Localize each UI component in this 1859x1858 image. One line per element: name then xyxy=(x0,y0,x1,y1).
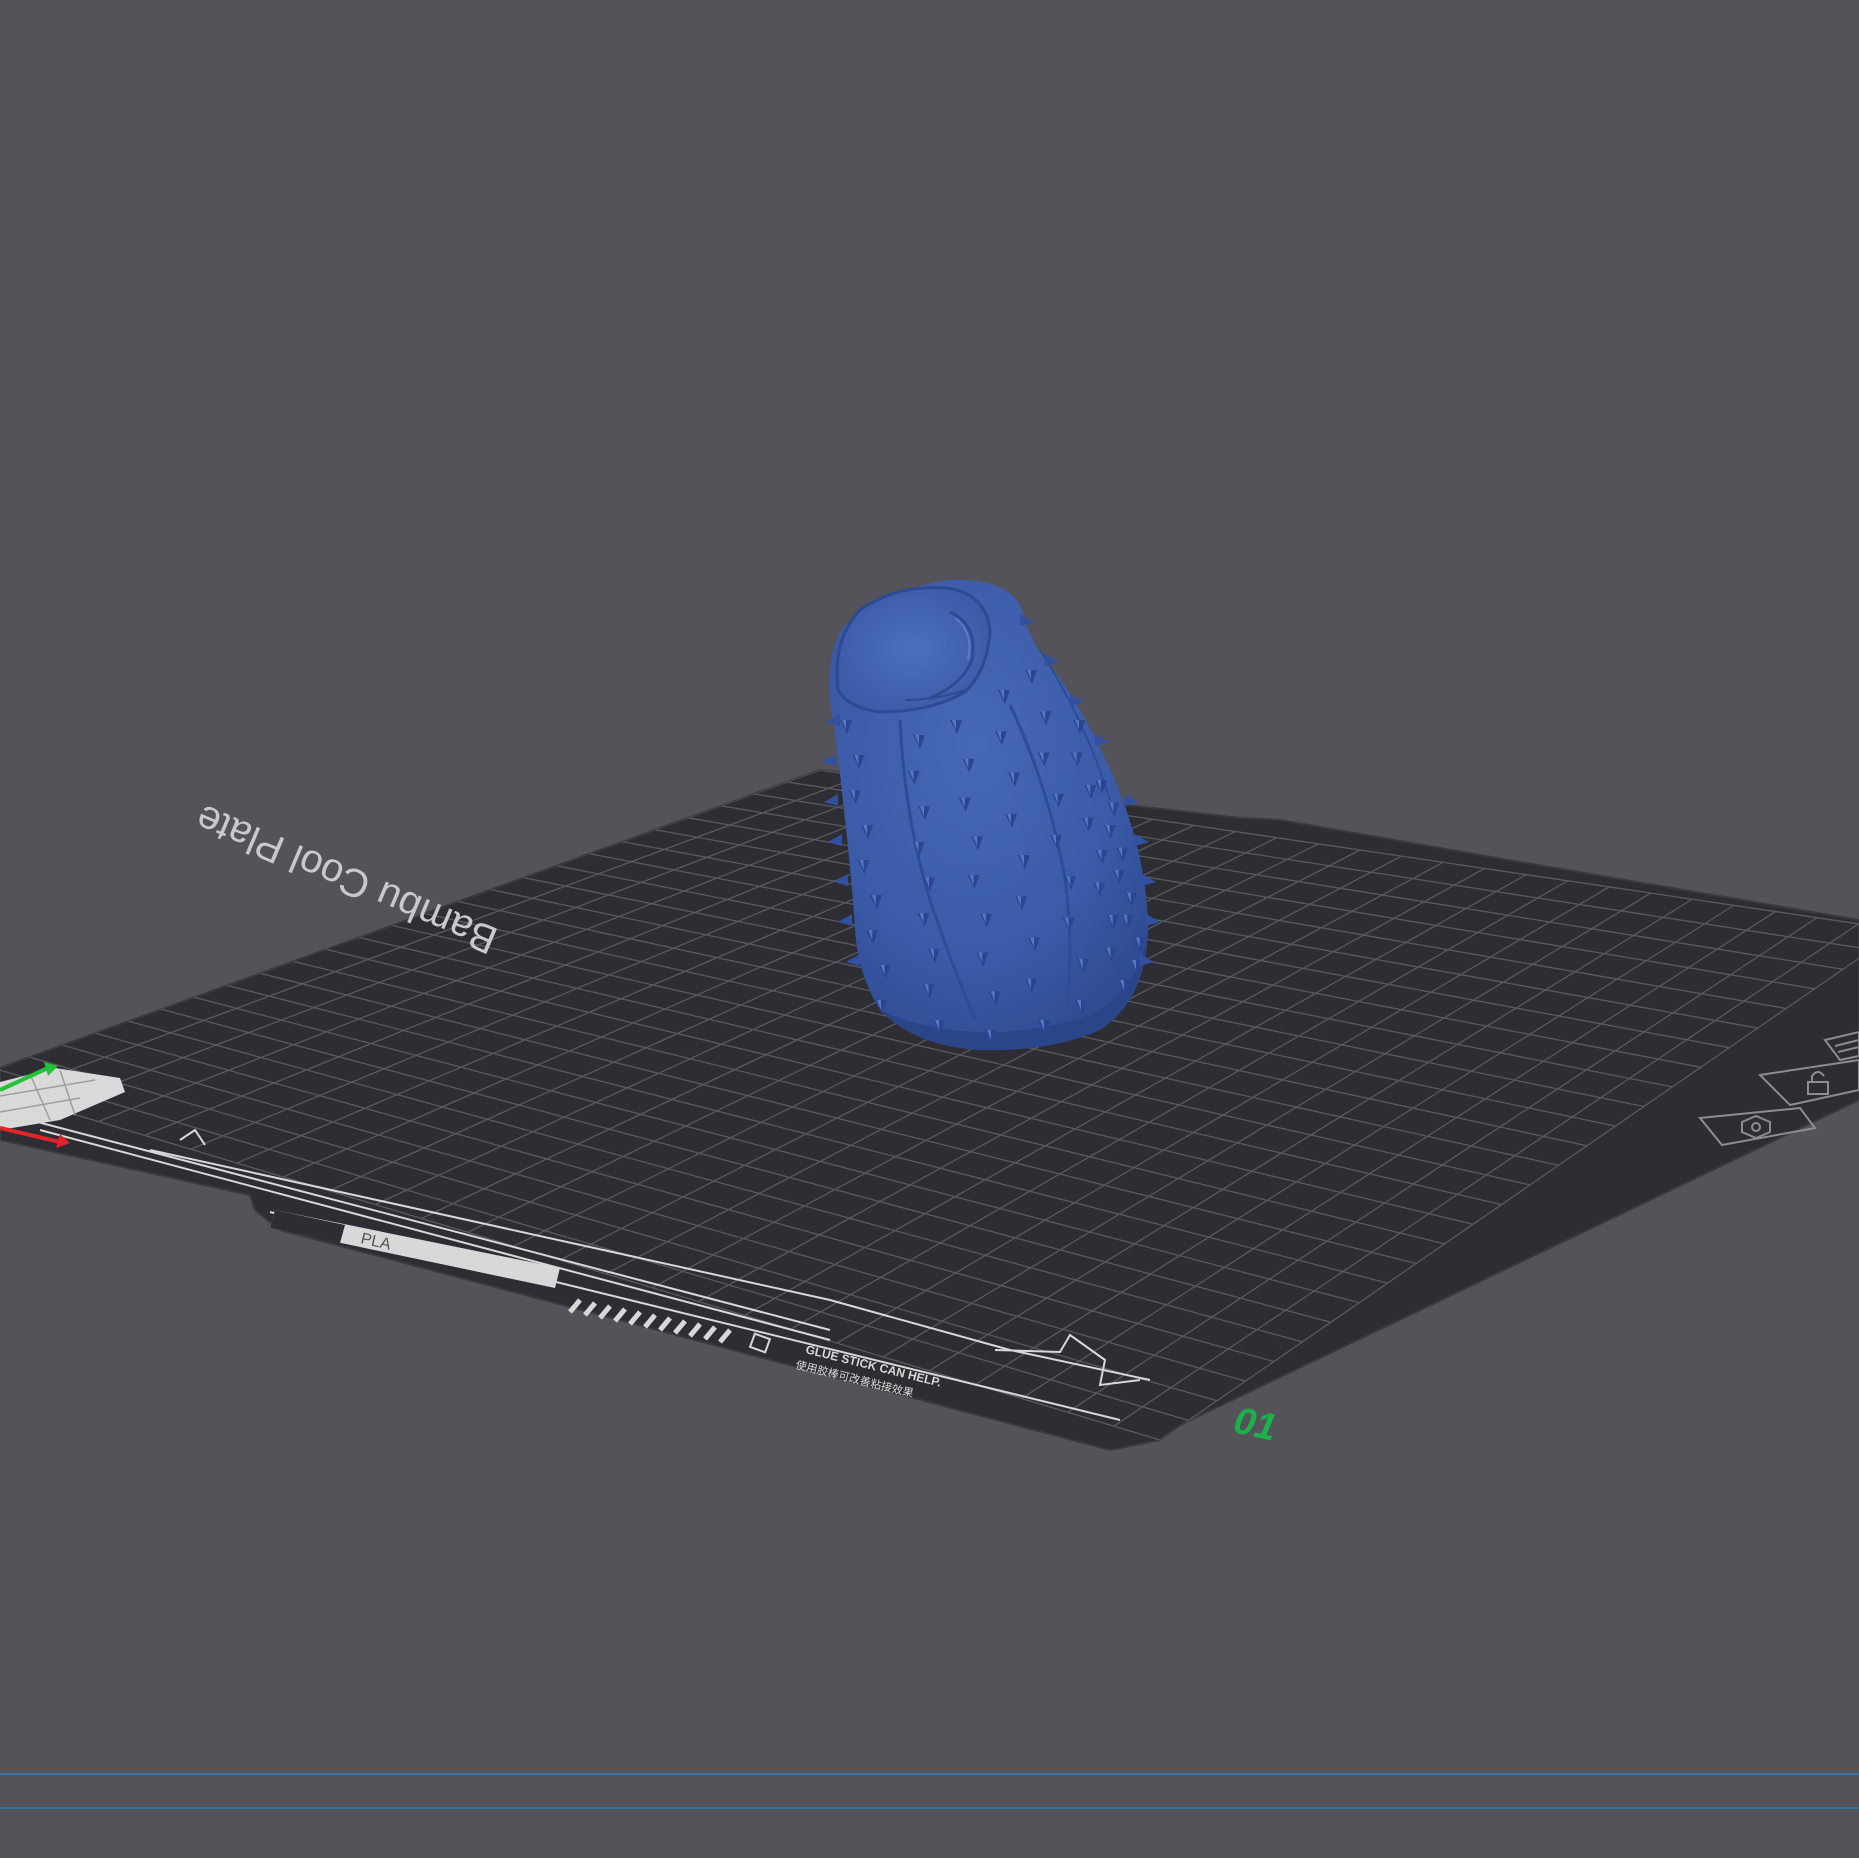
3d-viewport[interactable]: PLA GLUE STICK CAN HELP. 使用胶棒可改善粘接效果 Bam… xyxy=(0,0,1859,1858)
scene-canvas[interactable]: PLA GLUE STICK CAN HELP. 使用胶棒可改善粘接效果 Bam… xyxy=(0,0,1859,1858)
model-edge-spike xyxy=(1095,734,1109,746)
model-edge-spike xyxy=(1125,794,1139,806)
model-edge-spike xyxy=(1020,614,1034,626)
plate-number: 01 xyxy=(1230,1400,1280,1450)
spiked-cylinder-model[interactable] xyxy=(822,579,1160,1051)
model-edge-spike xyxy=(822,754,836,766)
model-edge-spike xyxy=(1045,654,1059,666)
model-edge-spike xyxy=(1070,694,1084,706)
plate-name: Bambu Cool Plate xyxy=(190,796,504,962)
